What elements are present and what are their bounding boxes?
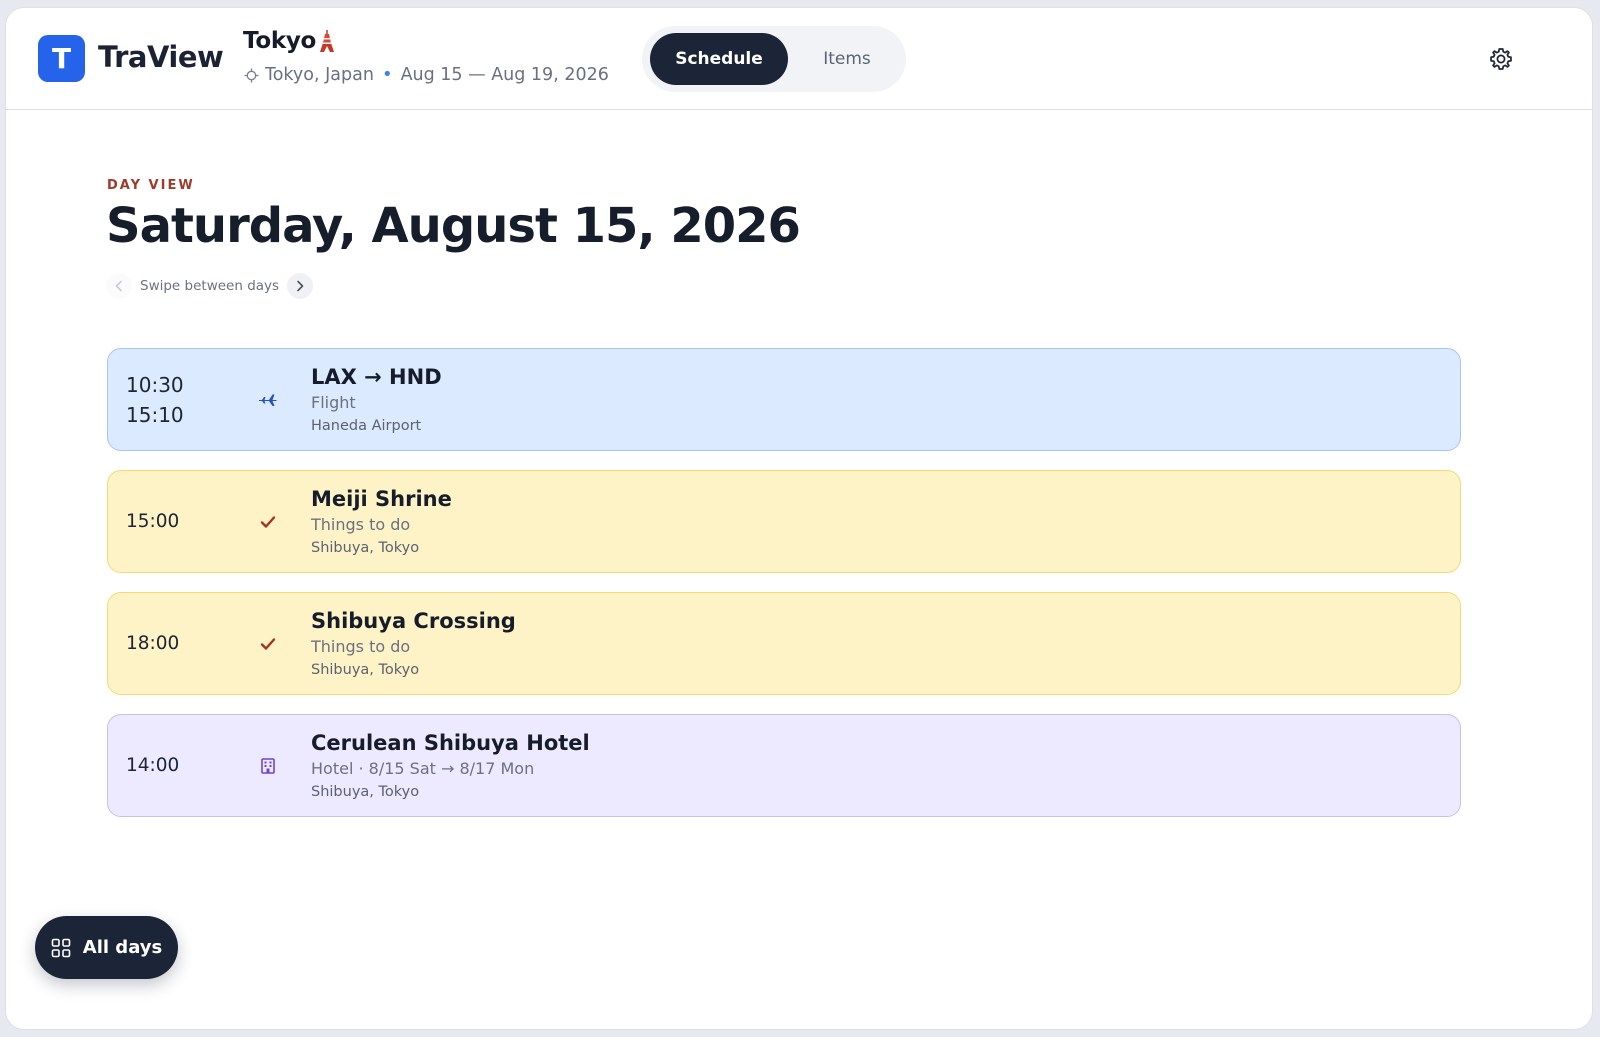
- event-category: Hotel · 8/15 Sat → 8/17 Mon: [311, 759, 535, 778]
- event-title: Shibuya Crossing: [311, 609, 516, 633]
- event-title: LAX → HND: [311, 365, 442, 389]
- trip-dates: Aug 15 — Aug 19, 2026: [400, 64, 609, 85]
- location-crosshair-icon: [244, 68, 259, 83]
- event-title: Meiji Shrine: [311, 487, 452, 511]
- view-toggle: Schedule Items: [642, 26, 906, 92]
- settings-gear-icon[interactable]: [1488, 46, 1514, 72]
- event-times: 18:00: [126, 593, 179, 694]
- event-category: Flight: [311, 393, 356, 412]
- event-location: Haneda Airport: [311, 418, 422, 434]
- event-times: 10:30 15:10: [126, 349, 184, 450]
- tab-schedule[interactable]: Schedule: [650, 33, 788, 85]
- event-start-time: 18:00: [126, 632, 180, 654]
- chevron-left-icon: [115, 280, 122, 292]
- app-logo[interactable]: T: [38, 35, 85, 82]
- event-start-time: 14:00: [126, 754, 180, 776]
- check-icon: [260, 637, 276, 650]
- event-card-flight[interactable]: 10:30 15:10 LAX → HND Flight Haneda Airp…: [107, 348, 1461, 451]
- building-icon: [261, 757, 275, 774]
- event-times: 15:00: [126, 471, 179, 572]
- trip-location: Tokyo, Japan: [265, 64, 374, 85]
- event-details: Cerulean Shibuya Hotel Hotel · 8/15 Sat …: [311, 729, 590, 803]
- event-details: Meiji Shrine Things to do Shibuya, Tokyo: [311, 485, 452, 559]
- previous-day-button[interactable]: [106, 273, 132, 299]
- day-view-eyebrow: DAY VIEW: [107, 178, 195, 193]
- event-category: Things to do: [311, 637, 411, 656]
- trip-title: Tokyo: [243, 28, 335, 54]
- event-card-todo[interactable]: 18:00 Shibuya Crossing Things to do Shib…: [107, 592, 1461, 695]
- airplane-icon: [259, 394, 277, 406]
- event-card-todo[interactable]: 15:00 Meiji Shrine Things to do Shibuya,…: [107, 470, 1461, 573]
- event-location: Shibuya, Tokyo: [311, 784, 420, 800]
- event-card-hotel[interactable]: 14:00 Cerulean Shibuya Hotel Hotel · 8/1…: [107, 714, 1461, 817]
- event-list: 10:30 15:10 LAX → HND Flight Haneda Airp…: [107, 348, 1461, 836]
- chevron-right-icon: [297, 280, 304, 292]
- event-location: Shibuya, Tokyo: [311, 540, 420, 556]
- event-start-time: 15:00: [126, 510, 180, 532]
- tokyo-tower-icon: [320, 30, 335, 52]
- all-days-label: All days: [82, 937, 163, 958]
- app-window: T TraView Tokyo Tokyo, Japan • Aug 15 — …: [6, 8, 1592, 1029]
- swipe-hint: Swipe between days: [140, 278, 280, 294]
- all-days-button[interactable]: All days: [35, 916, 178, 979]
- event-details: LAX → HND Flight Haneda Airport: [311, 363, 442, 437]
- logo-letter: T: [51, 42, 72, 75]
- event-location: Shibuya, Tokyo: [311, 662, 420, 678]
- event-start-time: 10:30: [126, 372, 184, 397]
- event-times: 14:00: [126, 715, 179, 816]
- event-category: Things to do: [311, 515, 411, 534]
- tab-items[interactable]: Items: [796, 33, 898, 85]
- check-icon: [260, 515, 276, 528]
- app-name: TraView: [98, 40, 224, 74]
- event-details: Shibuya Crossing Things to do Shibuya, T…: [311, 607, 516, 681]
- next-day-button[interactable]: [287, 273, 314, 299]
- event-title: Cerulean Shibuya Hotel: [311, 731, 590, 755]
- meta-separator: •: [381, 64, 393, 85]
- trip-title-text: Tokyo: [243, 28, 317, 54]
- page-title: Saturday, August 15, 2026: [106, 198, 801, 254]
- top-bar: T TraView Tokyo Tokyo, Japan • Aug 15 — …: [6, 8, 1592, 110]
- grid-icon: [51, 938, 71, 957]
- event-end-time: 15:10: [126, 402, 184, 427]
- trip-meta: Tokyo, Japan • Aug 15 — Aug 19, 2026: [244, 64, 609, 85]
- day-navigation: Swipe between days: [106, 272, 314, 300]
